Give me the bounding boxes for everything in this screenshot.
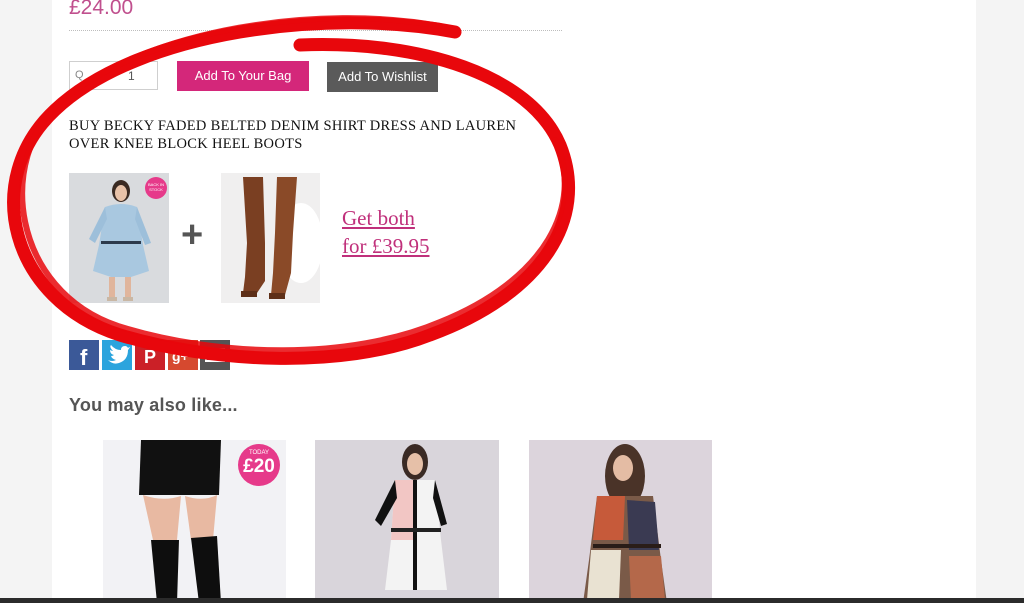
related-product-2[interactable] [315,440,499,603]
product-price: £24.00 [69,0,134,19]
facebook-share-icon[interactable]: f [69,340,99,370]
back-in-stock-badge: BACK IN STOCK [145,177,167,199]
bundle-offer-line2: for £39.95 [342,234,430,258]
svg-text:P: P [144,347,156,367]
svg-text:f: f [80,345,88,370]
quantity-value[interactable]: 1 [128,69,135,83]
divider [69,30,562,31]
boots-product-image[interactable] [221,173,320,303]
badge-price: £20 [243,456,275,477]
bundle-offer-line1: Get both [342,206,415,230]
price-badge: TODAY £20 [238,444,280,486]
bundle-title: BUY BECKY FADED BELTED DENIM SHIRT DRESS… [69,118,517,152]
bundle-offer-link[interactable]: Get both for £39.95 [342,204,430,260]
email-share-icon[interactable] [200,340,230,370]
svg-text:g+: g+ [172,348,189,364]
bottom-bar [0,598,1024,603]
you-may-also-like-heading: You may also like... [69,395,238,415]
google-plus-share-icon[interactable]: g+ [168,340,198,370]
twitter-share-icon[interactable] [102,340,132,370]
plus-icon: + [181,214,204,256]
quantity-label: Q [75,69,84,81]
add-to-wishlist-button[interactable]: Add To Wishlist [327,62,438,92]
pinterest-share-icon[interactable]: P [135,340,165,370]
related-product-3[interactable] [529,440,712,603]
quantity-field[interactable]: Q 1 [69,61,158,90]
add-to-bag-button[interactable]: Add To Your Bag [177,61,309,91]
